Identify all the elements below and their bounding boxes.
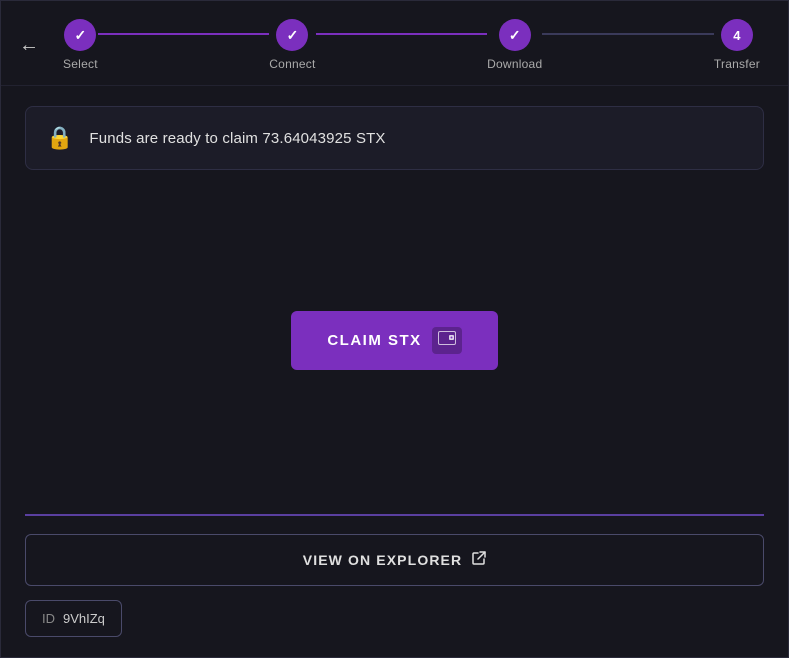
step-badge-transfer: 4: [733, 28, 740, 43]
funds-text: Funds are ready to claim 73.64043925 STX: [89, 130, 385, 147]
step-connect: ✓ Connect: [269, 19, 315, 71]
step-circle-select: ✓: [64, 19, 96, 51]
claim-stx-button[interactable]: CLAIM STX: [291, 311, 497, 370]
stepper: ✓ Select ✓ Connect ✓ Download: [63, 19, 760, 71]
claim-area: CLAIM STX: [25, 186, 764, 494]
app-container: ← ✓ Select ✓ Connect ✓: [0, 0, 789, 658]
view-on-explorer-button[interactable]: VIEW ON EXPLORER: [25, 534, 764, 586]
step-download: ✓ Download: [487, 19, 542, 71]
step-label-transfer: Transfer: [714, 57, 760, 71]
claim-button-label: CLAIM STX: [327, 332, 421, 349]
connector-2: [316, 33, 487, 35]
divider: [25, 514, 764, 516]
lock-icon: 🔒: [46, 125, 73, 151]
wallet-icon: [432, 327, 462, 354]
id-badge: ID 9VhIZq: [25, 600, 122, 637]
bottom-section: VIEW ON EXPLORER ID 9VhIZq: [1, 514, 788, 657]
step-circle-download: ✓: [499, 19, 531, 51]
id-label: ID: [42, 611, 55, 626]
step-select: ✓ Select: [63, 19, 98, 71]
stepper-bar: ← ✓ Select ✓ Connect ✓: [1, 1, 788, 86]
id-value: 9VhIZq: [63, 611, 105, 626]
step-label-select: Select: [63, 57, 98, 71]
step-label-download: Download: [487, 57, 542, 71]
external-link-icon: [472, 551, 486, 569]
funds-banner: 🔒 Funds are ready to claim 73.64043925 S…: [25, 106, 764, 170]
main-content: 🔒 Funds are ready to claim 73.64043925 S…: [1, 86, 788, 514]
connector-3: [542, 33, 713, 35]
step-circle-transfer: 4: [721, 19, 753, 51]
step-label-connect: Connect: [269, 57, 315, 71]
connector-1: [98, 33, 269, 35]
check-icon-connect: ✓: [287, 27, 299, 44]
back-button[interactable]: ←: [19, 35, 39, 55]
step-circle-connect: ✓: [276, 19, 308, 51]
check-icon-download: ✓: [509, 27, 521, 44]
step-transfer: 4 Transfer: [714, 19, 760, 71]
explorer-button-label: VIEW ON EXPLORER: [303, 552, 463, 568]
check-icon-select: ✓: [75, 27, 87, 44]
